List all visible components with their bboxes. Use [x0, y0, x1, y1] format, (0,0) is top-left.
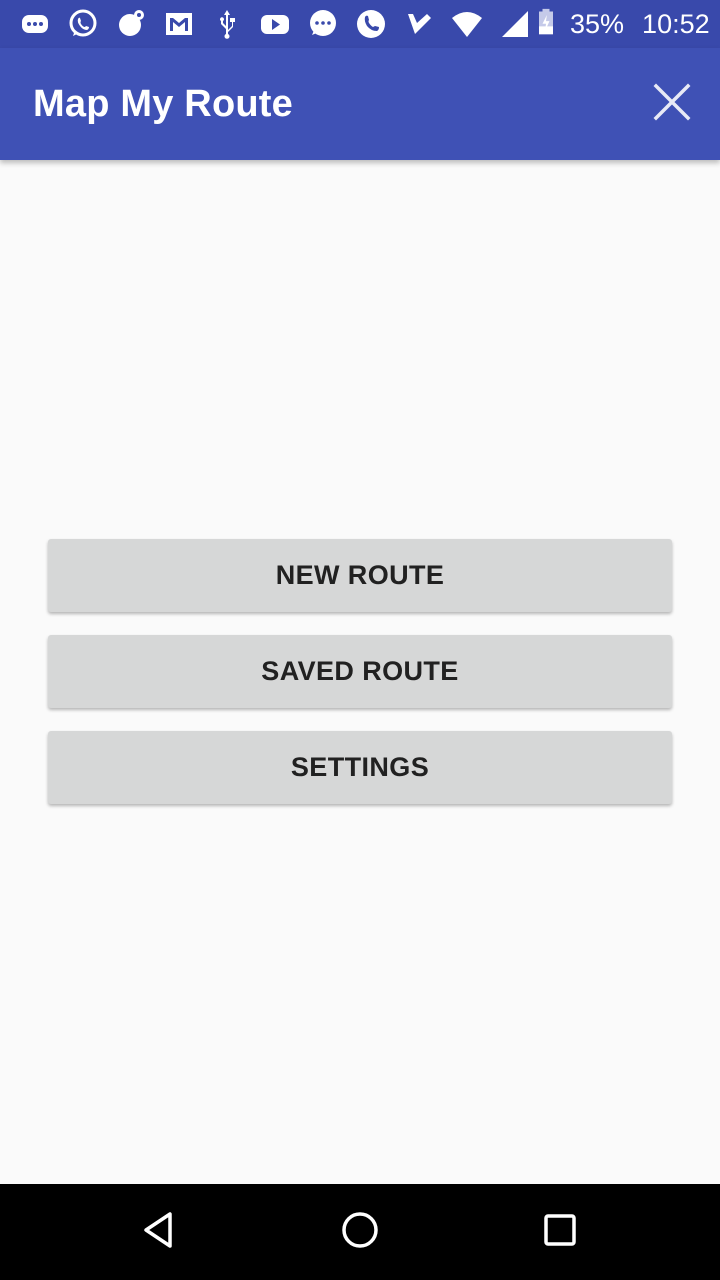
status-bar: 35% 10:52 [0, 0, 720, 48]
app-bar: Map My Route [0, 48, 720, 160]
menu-buttons: NEW ROUTE SAVED ROUTE SETTINGS [48, 539, 672, 827]
usb-icon [210, 7, 244, 41]
wifi-icon [450, 7, 484, 41]
whatsapp-icon [66, 7, 100, 41]
battery-percentage: 35% [570, 8, 625, 39]
screen: 35% 10:52 Map My Route NEW ROUTE SAVED R… [0, 0, 720, 1280]
clock: 10:52 [642, 8, 710, 39]
notification-icons [18, 7, 532, 41]
home-button[interactable] [330, 1202, 390, 1262]
settings-button[interactable]: SETTINGS [48, 731, 672, 804]
signal-icon [498, 7, 532, 41]
app-title: Map My Route [33, 82, 293, 125]
youtube-icon [258, 7, 292, 41]
home-icon [338, 1208, 382, 1257]
chat-bubble-icon [114, 7, 148, 41]
close-icon [650, 80, 694, 129]
gmail-icon [162, 7, 196, 41]
new-route-button[interactable]: NEW ROUTE [48, 539, 672, 612]
back-button[interactable] [130, 1202, 190, 1262]
saved-route-button[interactable]: SAVED ROUTE [48, 635, 672, 708]
battery-charging-icon [532, 8, 560, 41]
back-icon [138, 1208, 182, 1257]
close-button[interactable] [648, 80, 696, 128]
recents-icon [538, 1208, 582, 1257]
navigation-bar [0, 1184, 720, 1280]
status-right: 35% 10:52 [532, 8, 710, 41]
tick-icon [402, 7, 436, 41]
phone-icon [354, 7, 388, 41]
sms-icon [306, 7, 340, 41]
messages-icon [18, 7, 52, 41]
recents-button[interactable] [530, 1202, 590, 1262]
